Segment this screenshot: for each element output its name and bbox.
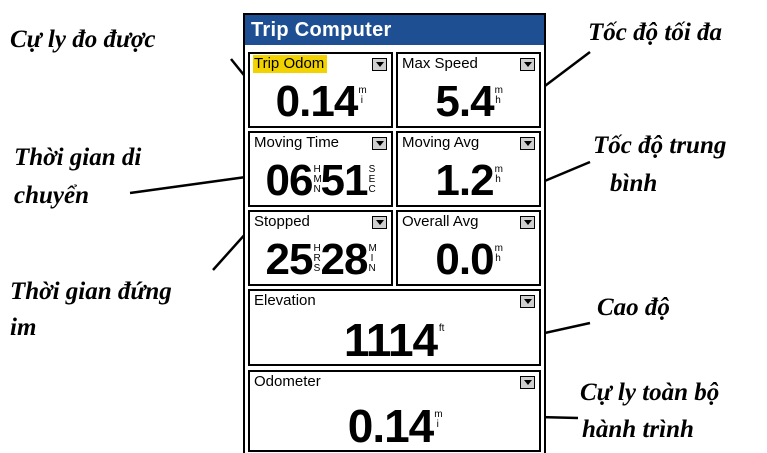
field-moving-time[interactable]: Moving Time 06HMN51SEC <box>248 131 393 207</box>
annotation-moving-time-line1: Thời gian di <box>14 144 142 171</box>
chevron-down-icon[interactable] <box>520 216 535 229</box>
field-value-moving-avg: 1.2mh <box>435 156 503 205</box>
chevron-down-icon[interactable] <box>520 376 535 389</box>
unit-label: mh <box>494 243 503 264</box>
field-value-overall-avg: 0.0mh <box>435 235 503 284</box>
field-elevation[interactable]: Elevation 1114 ft <box>248 289 541 366</box>
field-value-stopped: 25HRS28MIN <box>265 235 377 284</box>
field-label-moving-avg: Moving Avg <box>402 134 480 151</box>
chevron-down-icon[interactable] <box>520 58 535 71</box>
field-moving-avg[interactable]: Moving Avg 1.2mh <box>396 131 541 207</box>
field-trip-odom[interactable]: Trip Odom 0.14mi <box>248 52 393 128</box>
annotation-avg-speed-line1: Tốc độ trung <box>593 132 727 159</box>
annotation-moving-time-line2: chuyển <box>14 182 89 209</box>
unit-label: mi <box>358 85 367 106</box>
field-label-odometer: Odometer <box>254 373 321 390</box>
chevron-down-icon[interactable] <box>520 137 535 150</box>
field-label-moving-time: Moving Time <box>254 134 340 151</box>
unit-label: SEC <box>368 164 376 195</box>
field-label-max-speed: Max Speed <box>402 55 478 72</box>
unit-label: ft <box>438 323 445 334</box>
annotation-stopped-time-line2: im <box>10 314 37 341</box>
annotation-trip-distance: Cự ly đo được <box>10 26 156 53</box>
field-label-trip-odom: Trip Odom <box>253 55 328 73</box>
field-value-max-speed: 5.4mh <box>435 77 503 126</box>
field-label-elevation: Elevation <box>254 292 316 309</box>
annotation-odometer-line1: Cự ly toàn bộ <box>580 379 720 406</box>
chevron-down-icon[interactable] <box>372 216 387 229</box>
unit-label: MIN <box>368 243 377 274</box>
unit-label: mi <box>434 409 443 430</box>
chevron-down-icon[interactable] <box>372 137 387 150</box>
annotation-avg-speed-line2: bình <box>610 170 658 197</box>
chevron-down-icon[interactable] <box>372 58 387 71</box>
field-value-moving-time: 06HMN51SEC <box>265 156 376 205</box>
unit-label: mh <box>494 85 503 106</box>
annotation-odometer-line2: hành trình <box>582 416 694 443</box>
field-label-overall-avg: Overall Avg <box>402 213 479 230</box>
unit-label: HRS <box>313 243 321 274</box>
field-stopped[interactable]: Stopped 25HRS28MIN <box>248 210 393 286</box>
annotation-stopped-time-line1: Thời gian đứng <box>10 278 172 305</box>
page-title: Trip Computer <box>245 15 544 45</box>
leader-line-moving-time <box>129 175 247 195</box>
field-max-speed[interactable]: Max Speed 5.4mh <box>396 52 541 128</box>
chevron-down-icon[interactable] <box>520 295 535 308</box>
field-value-elevation: 1114 ft <box>343 314 445 366</box>
unit-label: mh <box>494 164 503 185</box>
unit-label: HMN <box>313 164 322 195</box>
annotation-max-speed: Tốc độ tối đa <box>588 19 723 46</box>
field-value-trip-odom: 0.14mi <box>275 77 367 126</box>
trip-computer-screen: Trip Computer Trip Odom 0.14mi Max Speed… <box>243 13 546 453</box>
field-label-stopped: Stopped <box>254 213 310 230</box>
field-overall-avg[interactable]: Overall Avg 0.0mh <box>396 210 541 286</box>
field-value-odometer: 0.14mi <box>347 400 443 452</box>
field-odometer[interactable]: Odometer 0.14mi <box>248 370 541 452</box>
annotation-elevation: Cao độ <box>597 294 670 321</box>
